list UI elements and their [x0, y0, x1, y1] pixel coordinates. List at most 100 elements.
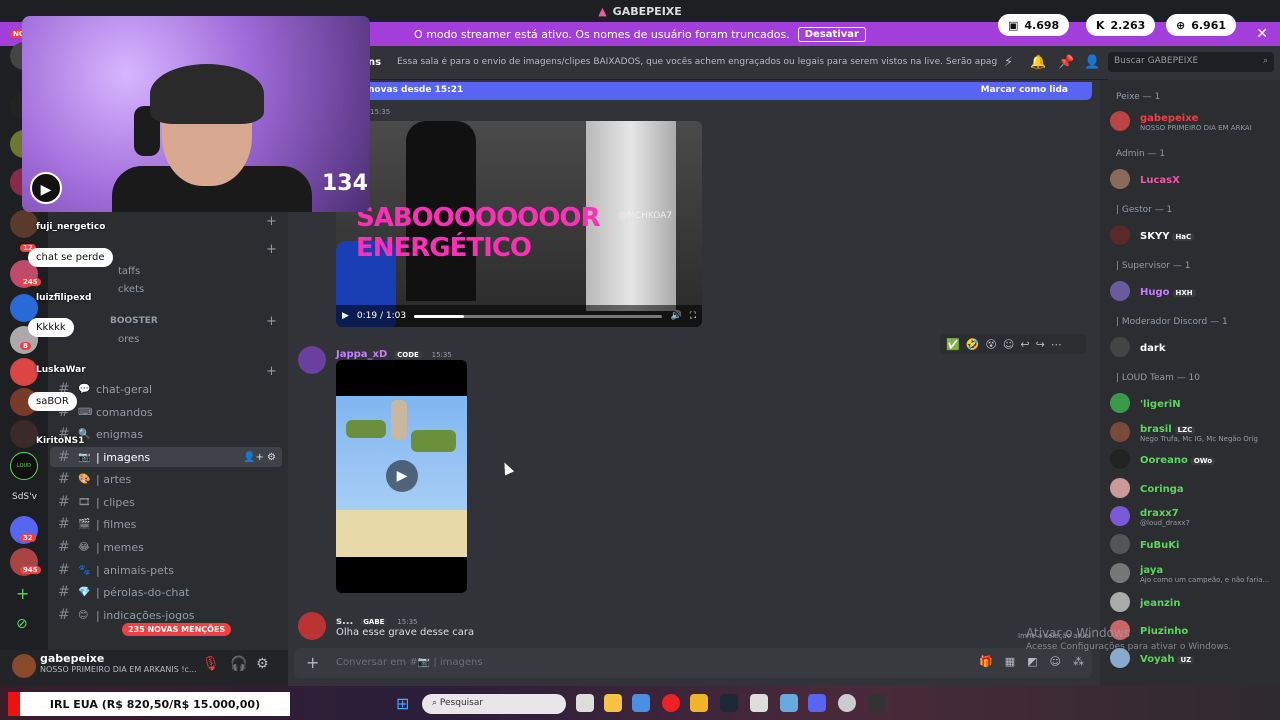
video-progress[interactable] — [414, 314, 663, 318]
channel-staffs[interactable]: taffs — [118, 266, 140, 277]
gear-icon[interactable]: 👤+ ⚙ — [243, 452, 276, 463]
member-item[interactable]: LucasX — [1110, 166, 1278, 192]
user-name[interactable]: gabepeixe — [40, 652, 104, 665]
member-item[interactable]: SKYY HaC — [1110, 222, 1278, 248]
add-channel-icon[interactable]: + — [266, 364, 277, 379]
video-attachment[interactable]: ▶ — [336, 360, 467, 593]
server-icon[interactable] — [10, 358, 38, 386]
app-icon[interactable] — [868, 694, 886, 712]
threads-icon[interactable]: ⚡ — [1004, 55, 1013, 70]
play-icon[interactable]: ▶ — [342, 311, 349, 321]
channel-label: comandos — [96, 405, 153, 419]
discord-icon[interactable] — [808, 694, 826, 712]
channel-imagens[interactable]: # 📷 | imagens 👤+ ⚙ — [50, 447, 282, 467]
member-item[interactable]: Ooreano OWo — [1110, 446, 1278, 472]
add-reaction-icon[interactable]: ☺ — [1003, 338, 1014, 351]
add-server-icon[interactable]: + — [16, 584, 29, 603]
add-channel-icon[interactable]: + — [266, 242, 277, 257]
channel-filmes[interactable]: # 🎬 | filmes — [50, 514, 282, 534]
members-icon[interactable]: 👤 — [1084, 55, 1100, 70]
video-attachment[interactable]: SABOOOOOOOOR ENERGÉTICO @MCHKOA7 ▶ 0:19 … — [336, 121, 702, 327]
member-item[interactable]: jaya Ajo como um campeão, e não faria... — [1110, 560, 1278, 586]
fullscreen-icon[interactable]: ⛶ — [690, 311, 696, 321]
avatar[interactable] — [298, 346, 326, 374]
channel-tickets[interactable]: ckets — [118, 284, 144, 295]
channel-chat-geral[interactable]: # 💬 chat-geral — [50, 379, 282, 399]
bell-icon[interactable]: 🔔 — [1030, 55, 1046, 70]
channel-clipes[interactable]: # 🎞 | clipes — [50, 492, 282, 512]
member-item[interactable]: draxx7 @loud_draxx7 — [1110, 503, 1278, 529]
gif-icon[interactable]: ▦ — [1005, 655, 1015, 668]
reply-icon[interactable]: ↩ — [1020, 338, 1029, 351]
member-item[interactable]: Hugo HXH — [1110, 278, 1278, 304]
more-icon[interactable]: ⋯ — [1051, 338, 1062, 351]
sticker-icon[interactable]: ◩ — [1027, 655, 1037, 668]
steam-icon[interactable] — [720, 694, 738, 712]
channel-enigmas[interactable]: # 🔍 enigmas — [50, 424, 282, 444]
new-mentions-badge[interactable]: 235 NOVAS MENÇÕES — [122, 623, 232, 636]
close-icon[interactable]: ✕ — [1256, 26, 1268, 42]
message-author[interactable]: Jappa_xD — [336, 349, 387, 360]
member-item[interactable]: Coringa — [1110, 475, 1278, 501]
forward-icon[interactable]: ↪ — [1036, 338, 1045, 351]
avatar[interactable] — [298, 612, 326, 640]
video-controls: ▶ 0:19 / 1:03 🔊 ⛶ — [336, 305, 702, 327]
app-icon[interactable] — [604, 694, 622, 712]
windows-start-icon[interactable]: ⊞ — [396, 694, 409, 713]
opera-icon[interactable] — [662, 694, 680, 712]
channel-topic[interactable]: Essa sala é para o envio de imagens/clip… — [397, 57, 997, 67]
channel-memes[interactable]: # 😂 | memes — [50, 537, 282, 557]
member-item[interactable]: gabepeixe NOSSO PRIMEIRO DIA EM ARKAI — [1110, 108, 1278, 134]
member-item[interactable]: jeanzin — [1110, 589, 1278, 615]
mark-as-read-button[interactable]: Marcar como lida — [981, 85, 1068, 95]
folder-icon[interactable] — [690, 694, 708, 712]
pin-icon[interactable]: 📌 — [1058, 55, 1074, 70]
reaction-check-icon[interactable]: ✅ — [946, 338, 960, 351]
member-item[interactable]: dark — [1110, 334, 1278, 360]
channel-perolas-do-chat[interactable]: # 💎 | pérolas-do-chat — [50, 582, 282, 602]
explore-icon[interactable]: ⊘ — [16, 616, 28, 632]
volume-icon[interactable]: 🔊 — [670, 311, 681, 321]
message-author[interactable]: s... — [336, 616, 353, 627]
avatar — [1110, 534, 1130, 554]
channel-animais-pets[interactable]: # 🐾 | animais-pets — [50, 560, 282, 580]
app-icon[interactable] — [780, 694, 798, 712]
file-explorer-icon[interactable] — [576, 694, 594, 712]
app-icon[interactable] — [632, 694, 650, 712]
disable-streamer-button[interactable]: Desativar — [797, 26, 866, 42]
message-composer[interactable]: + Conversar em #📷 | imagens 🎁 ▦ ◩ ☺ ⁂ — [294, 648, 1092, 678]
obs-icon[interactable] — [838, 694, 856, 712]
channel-comandos[interactable]: # ⌨ comandos — [50, 402, 282, 422]
category-booster[interactable]: BOOSTER — [110, 316, 158, 326]
user-status: NOSSO PRIMEIRO DIA EM ARKANIS !c... — [40, 665, 197, 674]
apps-icon[interactable]: ⁂ — [1073, 655, 1084, 668]
emoji-icon[interactable]: ☺ — [1050, 655, 1061, 668]
member-item[interactable]: brasil LZC Nego Trufa, Mc IG, Mc Negão Ori… — [1110, 419, 1278, 445]
member-item[interactable]: Piuzinho — [1110, 617, 1278, 643]
search-input[interactable]: Buscar GABEPEIXE ⌕ — [1108, 52, 1274, 72]
server-icon[interactable] — [10, 210, 38, 238]
avatar[interactable] — [12, 654, 36, 678]
mute-icon[interactable]: 🎙 — [202, 656, 220, 672]
new-messages-bar[interactable]: novas desde 15:21 Marcar como lida — [288, 82, 1092, 100]
channel-cores[interactable]: ores — [118, 334, 139, 345]
channel-indicacoes-jogos[interactable]: # 😊 | indicações-jogos — [50, 605, 282, 625]
channel-artes[interactable]: # 🎨 | artes — [50, 469, 282, 489]
gear-icon[interactable]: ⚙ — [256, 656, 269, 672]
attach-icon[interactable]: + — [306, 653, 319, 672]
add-channel-icon[interactable]: + — [266, 314, 277, 329]
reaction-emoji-icon[interactable]: 🤣 — [966, 338, 980, 351]
sds-server-label[interactable]: SdS'v — [12, 492, 37, 502]
play-icon[interactable]: ▶ — [386, 460, 418, 492]
app-icon[interactable] — [750, 694, 768, 712]
headphones-icon[interactable]: 🎧 — [230, 656, 247, 672]
member-item[interactable]: FuBuKi — [1110, 531, 1278, 557]
add-channel-icon[interactable]: + — [266, 214, 277, 229]
gift-icon[interactable]: 🎁 — [979, 655, 993, 668]
loud-server-icon[interactable]: LOUD — [10, 452, 38, 480]
member-text: Piuzinho — [1140, 623, 1188, 637]
member-item[interactable]: 'ligeriN — [1110, 390, 1278, 416]
taskbar-search[interactable]: ⌕ Pesquisar — [422, 694, 566, 714]
reaction-emoji-icon[interactable]: 😵 — [985, 338, 996, 351]
server-icon[interactable] — [10, 420, 38, 448]
